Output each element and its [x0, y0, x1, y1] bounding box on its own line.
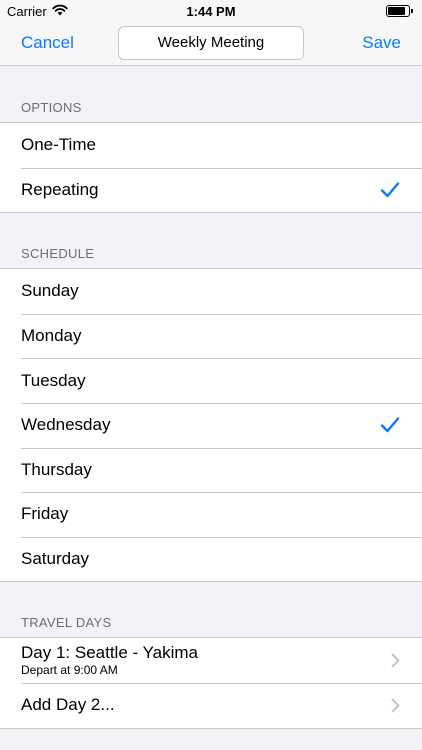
add-day-label: Add Day 2... — [21, 695, 115, 715]
chevron-right-icon — [391, 698, 400, 713]
schedule-day-tuesday[interactable]: Tuesday — [0, 358, 422, 403]
section-header-travel-days: TRAVEL DAYS — [21, 615, 112, 631]
navigation-bar: Cancel Weekly Meeting Save — [0, 22, 422, 66]
schedule-day-label: Monday — [21, 326, 82, 346]
schedule-day-thursday[interactable]: Thursday — [0, 447, 422, 493]
table-view: OPTIONS One-Time Repeating SCHEDULE Sunda… — [0, 67, 422, 729]
travel-day-1-label: Day 1: Seattle - Yakima — [21, 643, 199, 663]
battery-nub — [411, 9, 413, 13]
schedule-day-label: Tuesday — [21, 370, 86, 390]
title-input[interactable]: Weekly Meeting — [118, 26, 304, 60]
schedule-day-label: Saturday — [21, 549, 90, 569]
schedule-day-friday[interactable]: Friday — [0, 492, 422, 537]
schedule-day-sunday[interactable]: Sunday — [0, 269, 422, 314]
travel-day-1-subtitle: Depart at 9:00 AM — [21, 663, 118, 678]
schedule-day-monday[interactable]: Monday — [0, 313, 422, 359]
option-one-time[interactable]: One-Time — [0, 123, 422, 168]
checkmark-icon — [380, 417, 400, 433]
schedule-day-label: Friday — [21, 504, 69, 524]
checkmark-icon — [380, 181, 400, 197]
option-repeating[interactable]: Repeating — [0, 167, 422, 213]
travel-day-1-row[interactable]: Day 1: Seattle - Yakima Depart at 9:00 A… — [0, 638, 422, 683]
travel-days-group: Day 1: Seattle - Yakima Depart at 9:00 A… — [0, 637, 422, 729]
option-label: One-Time — [21, 135, 96, 155]
schedule-day-label: Thursday — [21, 459, 92, 479]
battery-fill — [388, 7, 405, 15]
cancel-button[interactable]: Cancel — [21, 33, 74, 53]
battery-icon — [386, 5, 413, 17]
section-header-schedule: SCHEDULE — [21, 246, 95, 262]
schedule-day-label: Wednesday — [21, 415, 111, 435]
status-bar: Carrier 1:44 PM — [0, 0, 422, 22]
schedule-day-saturday[interactable]: Saturday — [0, 536, 422, 582]
status-time: 1:44 PM — [186, 4, 236, 19]
schedule-day-label: Sunday — [21, 281, 79, 301]
add-day-row[interactable]: Add Day 2... — [0, 682, 422, 728]
schedule-day-wednesday[interactable]: Wednesday — [0, 402, 422, 448]
option-label: Repeating — [21, 179, 99, 199]
schedule-group: Sunday Monday Tuesday Wednesday Thursday Frid… — [0, 268, 422, 583]
screen: Carrier 1:44 PM Cancel Weekly Meeting Sa… — [0, 0, 422, 750]
chevron-right-icon — [391, 653, 400, 668]
save-button[interactable]: Save — [362, 33, 401, 53]
options-group: One-Time Repeating — [0, 122, 422, 214]
section-header-options: OPTIONS — [21, 100, 82, 115]
